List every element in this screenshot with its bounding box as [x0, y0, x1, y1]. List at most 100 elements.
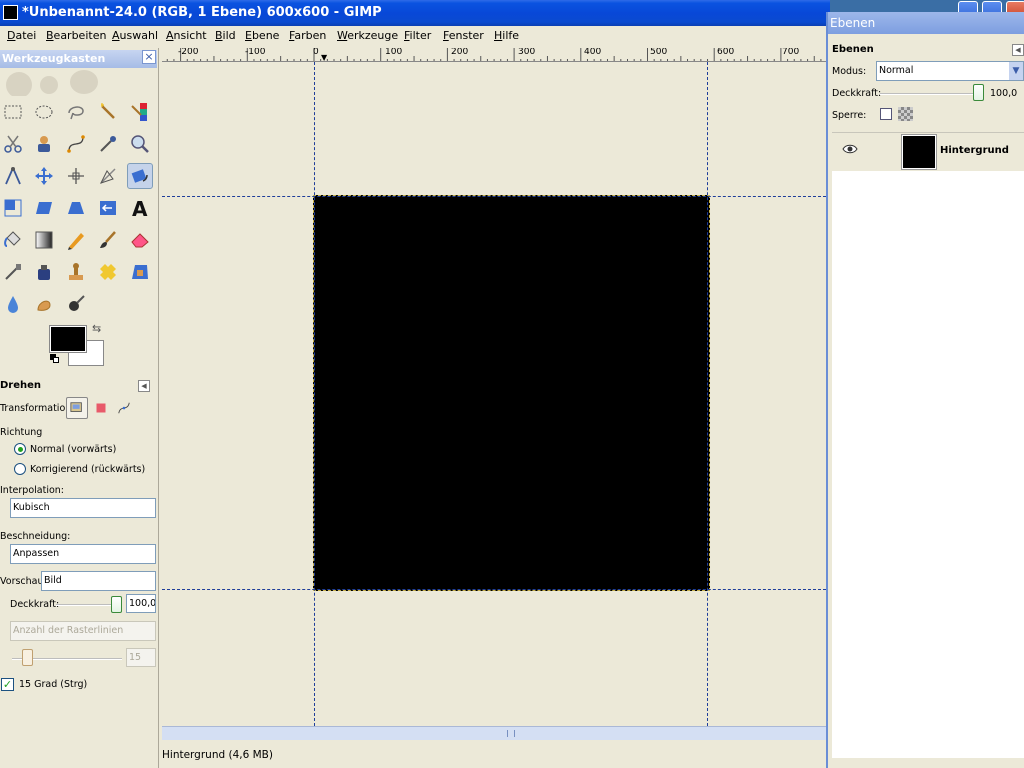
- ruler-label: 0: [313, 48, 319, 57]
- preview-label: Vorschau:: [0, 576, 47, 587]
- align-icon[interactable]: [63, 163, 89, 189]
- layer-opacity-slider-handle[interactable]: [973, 84, 984, 101]
- menu-farben[interactable]: Farben: [289, 29, 326, 42]
- ruler-label: 500: [650, 48, 668, 57]
- lock-alpha-icon[interactable]: [898, 107, 913, 121]
- eraser-icon[interactable]: [127, 227, 153, 253]
- dodge-burn-icon[interactable]: [63, 291, 89, 317]
- direction-normal-label[interactable]: Normal (vorwärts): [30, 444, 116, 455]
- rotate-icon[interactable]: [127, 163, 153, 189]
- interpolation-label: Interpolation:: [0, 485, 64, 496]
- ruler-label: 400: [584, 48, 602, 57]
- guide-horizontal[interactable]: [162, 196, 826, 197]
- wilber-drop-area[interactable]: [0, 68, 157, 96]
- move-icon[interactable]: [31, 163, 57, 189]
- clone-icon[interactable]: [63, 259, 89, 285]
- reset-colors-icon[interactable]: [50, 354, 59, 363]
- mode-value: Normal: [879, 65, 914, 76]
- menu-hilfe[interactable]: Hilfe: [494, 29, 519, 42]
- menu-fenster[interactable]: Fenster: [443, 29, 484, 42]
- tool-options-menu-icon[interactable]: ◀: [138, 380, 150, 392]
- ellipse-select-icon[interactable]: [31, 99, 57, 125]
- zoom-icon[interactable]: [127, 131, 153, 157]
- layer-opacity-label: Deckkraft:: [832, 88, 882, 99]
- airbrush-icon[interactable]: [0, 259, 26, 285]
- blend-icon[interactable]: [31, 227, 57, 253]
- bucket-fill-icon[interactable]: [0, 227, 26, 253]
- scrollbar-grip[interactable]: [507, 730, 515, 737]
- paths-icon[interactable]: [63, 131, 89, 157]
- menu-filter[interactable]: Filter: [404, 29, 431, 42]
- menu-datei[interactable]: Datei: [7, 29, 36, 42]
- transform-layer-icon[interactable]: [66, 397, 88, 419]
- tool-opacity-slider-handle[interactable]: [111, 596, 122, 613]
- layer-row[interactable]: Hintergrund: [832, 133, 1024, 171]
- constrain-15deg-checkbox[interactable]: ✓: [1, 678, 14, 691]
- heal-icon[interactable]: [95, 259, 121, 285]
- toolbox-close-icon[interactable]: ×: [142, 50, 156, 64]
- horizontal-ruler[interactable]: -200 -100 0 100 200 300 400 500 600 700 …: [162, 48, 826, 62]
- paintbrush-icon[interactable]: [95, 227, 121, 253]
- guide-vertical[interactable]: [314, 62, 315, 726]
- foreground-select-icon[interactable]: [31, 131, 57, 157]
- tool-opacity-value[interactable]: 100,0: [126, 594, 156, 613]
- color-select-icon[interactable]: [127, 99, 153, 125]
- foreground-color-swatch[interactable]: [49, 325, 87, 353]
- shear-icon[interactable]: [31, 195, 57, 221]
- eye-icon[interactable]: [842, 143, 858, 158]
- status-bar: Hintergrund (4,6 MB): [162, 744, 826, 768]
- menu-ansicht[interactable]: Ansicht: [166, 29, 207, 42]
- pencil-icon[interactable]: [63, 227, 89, 253]
- menu-bearbeiten[interactable]: Bearbeiten: [46, 29, 106, 42]
- clipping-label: Beschneidung:: [0, 531, 71, 542]
- transform-path-icon[interactable]: [113, 397, 135, 419]
- ink-icon[interactable]: [31, 259, 57, 285]
- scale-icon[interactable]: [0, 195, 26, 221]
- direction-corrective-label[interactable]: Korrigierend (rückwärts): [30, 464, 145, 475]
- interpolation-select[interactable]: Kubisch: [10, 498, 156, 518]
- menu-ebene[interactable]: Ebene: [245, 29, 279, 42]
- free-select-icon[interactable]: [63, 99, 89, 125]
- menu-bild[interactable]: Bild: [215, 29, 236, 42]
- direction-normal-radio[interactable]: [14, 443, 26, 455]
- blur-icon[interactable]: [0, 291, 26, 317]
- image-canvas[interactable]: [162, 62, 826, 726]
- image-layer-hintergrund[interactable]: [313, 195, 710, 591]
- scissors-icon[interactable]: [0, 131, 26, 157]
- layer-name[interactable]: Hintergrund: [940, 145, 1009, 156]
- menu-bar: Datei Bearbeiten Auswahl Ansicht Bild Eb…: [0, 26, 830, 46]
- measure-icon[interactable]: [0, 163, 26, 189]
- layers-list: Hintergrund: [832, 132, 1024, 758]
- menu-auswahl[interactable]: Auswahl: [112, 29, 158, 42]
- transform-selection-icon[interactable]: [90, 397, 112, 419]
- chevron-down-icon[interactable]: ▼: [1009, 62, 1023, 80]
- layers-menu-icon[interactable]: ◀: [1012, 44, 1024, 56]
- color-picker-icon[interactable]: [95, 131, 121, 157]
- layer-thumbnail[interactable]: [901, 134, 937, 170]
- smudge-icon[interactable]: [31, 291, 57, 317]
- flip-icon[interactable]: [95, 195, 121, 221]
- lock-pixels-checkbox[interactable]: [880, 108, 892, 120]
- clipping-select[interactable]: Anpassen: [10, 544, 156, 564]
- horizontal-scrollbar[interactable]: [162, 726, 826, 740]
- rect-select-icon[interactable]: [0, 99, 26, 125]
- menu-werkzeuge[interactable]: Werkzeuge: [337, 29, 398, 42]
- perspective-clone-icon[interactable]: [127, 259, 153, 285]
- layers-title-bar: Ebenen: [828, 12, 1024, 34]
- layer-opacity-value[interactable]: 100,0: [990, 88, 1017, 99]
- constrain-15deg-label[interactable]: 15 Grad (Strg): [19, 679, 87, 690]
- preview-select[interactable]: Bild: [41, 571, 156, 591]
- text-icon[interactable]: A: [127, 195, 153, 221]
- toolbox-title: Werkzeugkasten: [2, 52, 106, 65]
- fuzzy-select-icon[interactable]: [95, 99, 121, 125]
- guide-vertical[interactable]: [707, 62, 708, 726]
- layer-opacity-slider[interactable]: [880, 93, 980, 95]
- guide-horizontal[interactable]: [162, 589, 826, 590]
- swap-colors-icon[interactable]: ⇆: [92, 322, 101, 335]
- mode-select[interactable]: Normal ▼: [876, 61, 1024, 81]
- crop-icon[interactable]: [95, 163, 121, 189]
- direction-corrective-radio[interactable]: [14, 463, 26, 475]
- ruler-label: 300: [518, 48, 536, 57]
- window-title: *Unbenannt-24.0 (RGB, 1 Ebene) 600x600 -…: [22, 5, 382, 20]
- perspective-icon[interactable]: [63, 195, 89, 221]
